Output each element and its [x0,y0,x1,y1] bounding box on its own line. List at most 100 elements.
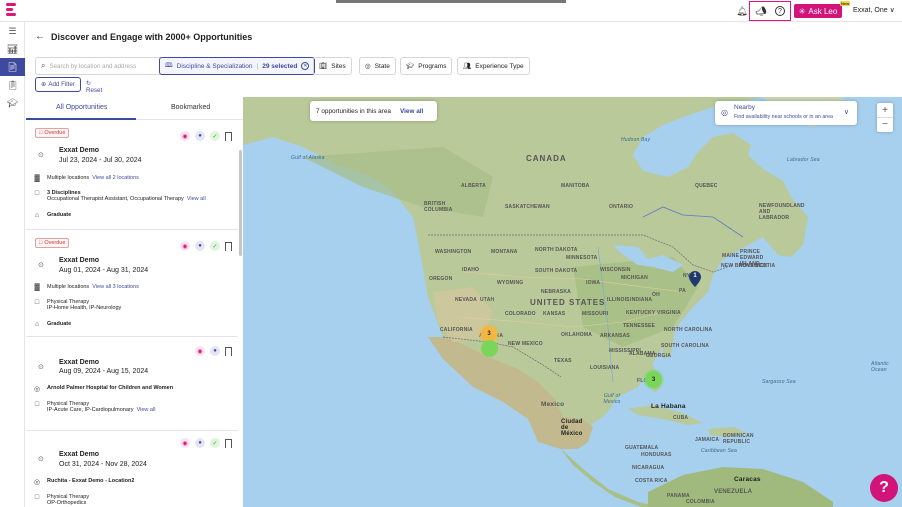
discipline-row: □ 3 Disciplines Occupational Therapist As… [33,190,206,202]
ask-leo-button[interactable]: ✳ Ask Leo [794,4,842,18]
cluster-count: 3 [487,331,491,337]
exxat-logo[interactable] [6,3,16,18]
view-locations-link[interactable]: View all 3 locations [92,284,139,290]
eye-icon[interactable]: ◉ [180,131,190,141]
map-label: La Habana [651,403,686,410]
back-arrow-icon[interactable]: ← [35,31,45,42]
top-bar: 🔔︎ 📣︎ ? ✳ Ask Leo New Exxat, One ∨ [0,0,902,22]
opportunity-card[interactable]: □ Overdue ◉ ● ✓ ⊙ Exxat Demo Jul 23, 2024… [26,120,238,230]
map-label: WYOMING [497,280,524,286]
level-text: Graduate [47,212,72,218]
graduation-cap-icon: ⌂ [34,321,40,328]
check-icon[interactable]: ✓ [210,131,220,141]
map-label: Gulf of Mexico [603,393,621,405]
user-menu[interactable]: Exxat, One ∨ [853,6,895,14]
map-label: MINNESOTA [566,255,598,261]
card-name[interactable]: Exxat Demo [59,359,99,366]
tab-bookmarked[interactable]: Bookmarked [171,104,210,111]
zoom-out-button[interactable]: − [877,117,893,131]
eye-icon[interactable]: ◉ [180,438,190,448]
experience-filter-chip[interactable]: 👥︎ Experience Type [457,57,530,75]
view-all-link[interactable]: View all [400,108,423,115]
map-label: JAMAICA [695,437,720,443]
view-all-link[interactable]: View all [187,196,206,202]
location-row: ◎ Arnold Palmer Hospital for Children an… [33,385,173,393]
person-icon[interactable]: ● [195,241,205,251]
new-badge: New [840,1,851,6]
list-scrollbar[interactable] [239,150,242,256]
book-icon: □ [34,299,40,306]
state-filter-chip[interactable]: ◎ State [359,57,396,75]
page-header: ← Discover and Engage with 2000+ Opportu… [26,22,902,52]
opportunity-card[interactable]: □ Overdue ◉ ● ✓ ⊙ Exxat Demo Aug 01, 2024… [26,230,238,337]
map-label: IOWA [586,280,601,286]
help-icon[interactable]: ? [773,4,787,18]
bookmark-icon[interactable] [225,346,232,356]
map-label: LOUISIANA [590,365,620,371]
card-dates: Oct 31, 2024 - Nov 28, 2024 [59,461,147,468]
map-label: MAINE [722,253,740,259]
clear-icon[interactable]: ✕ [301,62,310,70]
person-icon[interactable]: ● [195,438,205,448]
zoom-in-button[interactable]: + [877,103,893,117]
check-icon[interactable]: ✓ [210,241,220,251]
map-label: MONTANA [491,249,518,255]
bookmark-icon[interactable] [225,131,232,141]
opportunities-icon[interactable]: 📄︎ [0,58,25,76]
card-name[interactable]: Exxat Demo [59,147,99,154]
building-icon: 🏢︎ [319,63,328,70]
map-label: Atlantic Ocean [871,361,889,373]
view-locations-link[interactable]: View all 2 locations [92,175,139,181]
map-label: WASHINGTON [435,249,472,255]
graduation-cap-icon: ⌂ [34,212,40,219]
site-icon: ⊙ [38,152,44,159]
graduation-cap-icon[interactable]: 🎓︎ [0,94,25,112]
card-name[interactable]: Exxat Demo [59,257,99,264]
view-all-link[interactable]: View all [137,407,156,413]
map-label: Caracas [734,476,761,483]
add-filter-button[interactable]: ⊕ Add Filter [35,77,81,92]
discipline-row: □ Physical Therapy OP-Orthopedics [33,494,89,506]
check-icon[interactable]: ✓ [210,438,220,448]
map-marker[interactable]: 1 [689,271,701,287]
document-icon[interactable]: 📋︎ [0,76,25,94]
nearby-dropdown[interactable]: ◎ Nearby Find availability near schools … [715,101,857,125]
map-label: MISSOURI [582,311,609,317]
map-view[interactable]: Gulf of Alaska CANADA Hudson Bay Labrado… [243,97,902,507]
eye-icon[interactable]: ◉ [195,346,205,356]
card-dates: Aug 01, 2024 - Aug 31, 2024 [59,267,149,274]
discipline-detail: OP-Orthopedics [47,500,87,506]
help-button[interactable]: ? [870,474,898,502]
analytics-icon[interactable]: 📊︎ [0,40,25,58]
map-cluster[interactable]: 3 [645,371,662,388]
card-name[interactable]: Exxat Demo [59,451,99,458]
person-icon[interactable]: ● [210,346,220,356]
map-label: OKLAHOMA [561,332,593,338]
add-filter-label: Add Filter [48,81,75,88]
person-icon[interactable]: ● [195,131,205,141]
opportunity-card[interactable]: ◉ ● ⊙ Exxat Demo Aug 09, 2024 - Aug 15, … [26,337,238,431]
bell-icon[interactable]: 🔔︎ [735,4,749,18]
opportunity-card[interactable]: ◉ ● ✓ ⊙ Exxat Demo Oct 31, 2024 - Nov 28… [26,431,238,507]
level-row: ⌂ Graduate [33,212,71,219]
bookmark-icon[interactable] [225,438,232,448]
bookmark-icon[interactable] [225,241,232,251]
eye-icon[interactable]: ◉ [180,241,190,251]
reset-button[interactable]: ↻ Reset [86,80,102,94]
discipline-detail: IP-Home Health, IP-Neurology [47,305,122,311]
map-cluster[interactable] [481,340,498,357]
overdue-badge: □ Overdue [35,238,70,248]
map-label: INDIANA [630,297,653,303]
people-icon: 👥︎ [463,63,472,70]
map-label: IDAHO [462,267,480,273]
map-label: DOMINICAN REPUBLIC [723,433,754,445]
megaphone-icon[interactable]: 📣︎ [754,4,768,18]
sites-filter-chip[interactable]: 🏢︎ Sites [313,57,352,75]
map-label: CUBA [673,415,689,421]
card-dates: Aug 09, 2024 - Aug 15, 2024 [59,368,149,375]
discipline-filter-chip[interactable]: 🕮︎ Discipline & Specialization | 29 sele… [159,57,316,75]
location-text: Arnold Palmer Hospital for Children and … [47,385,174,391]
programs-filter-chip[interactable]: 🎓︎ Programs [400,57,453,75]
menu-icon[interactable]: ☰ [0,22,25,40]
tab-all-opportunities[interactable]: All Opportunities [56,104,107,111]
